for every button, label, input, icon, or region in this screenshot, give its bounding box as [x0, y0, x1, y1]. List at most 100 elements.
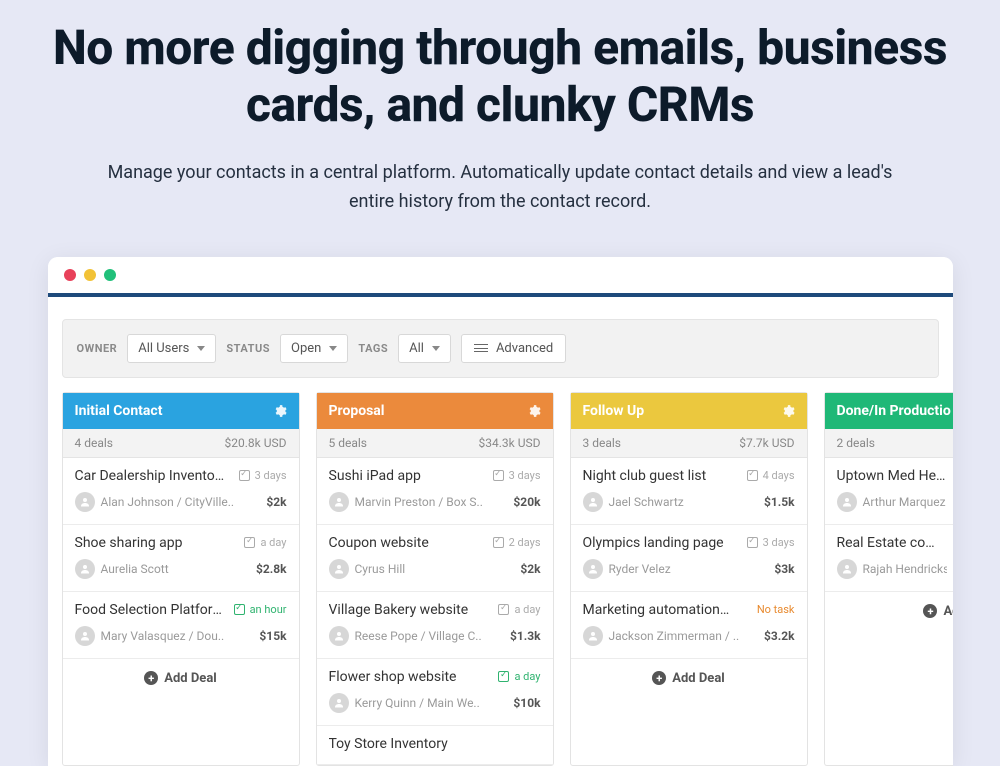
- deal-person: Kerry Quinn / Main We..: [329, 693, 480, 713]
- owner-select[interactable]: All Users: [127, 334, 216, 363]
- deal-title: Car Dealership Inventory: [75, 468, 225, 484]
- window-minimize-icon[interactable]: [84, 269, 96, 281]
- deal-status: 3 days: [239, 469, 287, 482]
- deal-card[interactable]: Coupon website2 daysCyrus Hill$2k: [317, 525, 553, 592]
- deal-card[interactable]: Marketing automation demo No task Jackson …: [571, 592, 807, 659]
- add-deal-label: Add Deal: [672, 671, 724, 686]
- column-header[interactable]: Done/In Productio: [825, 393, 953, 429]
- column-header[interactable]: Proposal: [317, 393, 553, 429]
- plus-icon: +: [652, 671, 666, 685]
- deal-card[interactable]: Real Estate compaRajah Hendricks: [825, 525, 953, 592]
- deal-title: Marketing automation demo: [583, 602, 733, 618]
- window-maximize-icon[interactable]: [104, 269, 116, 281]
- column-summary: 5 deals$34.3k USD: [317, 429, 553, 458]
- check-icon: [239, 470, 250, 481]
- check-icon: [747, 470, 758, 481]
- deal-card[interactable]: Village Bakery websitea dayReese Pope / …: [317, 592, 553, 659]
- owner-select-value: All Users: [138, 341, 189, 356]
- gear-icon[interactable]: [781, 404, 795, 418]
- deal-card[interactable]: Uptown Med HealArthur Marquez: [825, 458, 953, 525]
- deal-person: Marvin Preston / Box S..: [329, 492, 483, 512]
- deal-card[interactable]: Shoe sharing appa dayAurelia Scott$2.8k: [63, 525, 299, 592]
- add-deal-button[interactable]: + Add Deal: [571, 659, 807, 698]
- deal-person-name: Jackson Zimmerman / ..: [609, 629, 740, 643]
- deal-status-time: 3 days: [509, 469, 541, 482]
- deal-status-time: a day: [514, 603, 540, 616]
- window-titlebar: [48, 257, 953, 293]
- add-deal-label: Ad: [943, 604, 952, 619]
- avatar-icon: [583, 626, 603, 646]
- deal-card[interactable]: Flower shop websitea dayKerry Quinn / Ma…: [317, 659, 553, 726]
- deal-person-name: Jael Schwartz: [609, 495, 684, 509]
- plus-icon: +: [923, 604, 937, 618]
- status-label: STATUS: [226, 342, 270, 355]
- status-select-value: Open: [291, 341, 321, 356]
- deal-status-time: 3 days: [255, 469, 287, 482]
- deal-person: Aurelia Scott: [75, 559, 169, 579]
- tags-select[interactable]: All: [398, 334, 451, 363]
- column-title: Initial Contact: [75, 403, 163, 419]
- deal-card[interactable]: Olympics landing page3 daysRyder Velez$3…: [571, 525, 807, 592]
- column-header[interactable]: Initial Contact: [63, 393, 299, 429]
- avatar-icon: [583, 559, 603, 579]
- check-icon: [244, 537, 255, 548]
- deal-status: 3 days: [747, 536, 795, 549]
- deal-title: Food Selection Platform: [75, 602, 225, 618]
- deal-person-name: Aurelia Scott: [101, 562, 169, 576]
- gear-icon[interactable]: [273, 404, 287, 418]
- deal-card[interactable]: Night club guest list 4 days Jael Schwartz…: [571, 458, 807, 525]
- column-title: Follow Up: [583, 403, 645, 419]
- check-icon: [493, 470, 504, 481]
- add-deal-button[interactable]: + Add Deal: [63, 659, 299, 698]
- tags-select-value: All: [409, 341, 424, 356]
- deal-person-name: Arthur Marquez: [863, 495, 946, 509]
- deal-person-name: Rajah Hendricks: [863, 562, 947, 576]
- check-icon: [747, 537, 758, 548]
- deal-person-name: Marvin Preston / Box S..: [355, 495, 483, 509]
- deal-title: Coupon website: [329, 535, 429, 551]
- column-title: Done/In Productio: [837, 403, 951, 419]
- kanban-column: Done/In Productio2 dealsUptown Med HealA…: [824, 392, 953, 766]
- deal-status: a day: [498, 603, 540, 616]
- deal-person-name: Cyrus Hill: [355, 562, 406, 576]
- deal-person-name: Alan Johnson / CityVille..: [101, 495, 235, 509]
- window-close-icon[interactable]: [64, 269, 76, 281]
- avatar-icon: [837, 559, 857, 579]
- deal-status: No task: [757, 603, 795, 616]
- owner-label: OWNER: [77, 342, 118, 355]
- deal-card[interactable]: Sushi iPad app3 daysMarvin Preston / Box…: [317, 458, 553, 525]
- deal-status: 2 days: [493, 536, 541, 549]
- tags-label: TAGS: [358, 342, 388, 355]
- filter-bar: OWNER All Users STATUS Open TAGS All Adv…: [62, 319, 939, 378]
- deal-title: Olympics landing page: [583, 535, 724, 551]
- deal-title: Night club guest list: [583, 468, 707, 484]
- deal-status-time: 4 days: [763, 469, 795, 482]
- deal-status-time: No task: [757, 603, 795, 616]
- deal-title: Village Bakery website: [329, 602, 469, 618]
- deal-card[interactable]: Toy Store Inventory: [317, 726, 553, 765]
- deal-title: Flower shop website: [329, 669, 457, 685]
- deal-status: a day: [244, 536, 286, 549]
- column-summary: 4 deals$20.8k USD: [63, 429, 299, 458]
- deal-person: Ryder Velez: [583, 559, 671, 579]
- deal-person: Alan Johnson / CityVille..: [75, 492, 235, 512]
- deal-card[interactable]: Food Selection Platforman hourMary Valas…: [63, 592, 299, 659]
- advanced-filter-button[interactable]: Advanced: [461, 334, 566, 363]
- gear-icon[interactable]: [527, 404, 541, 418]
- add-deal-label: Add Deal: [164, 671, 216, 686]
- check-icon: [234, 604, 245, 615]
- plus-icon: +: [144, 671, 158, 685]
- avatar-icon: [329, 626, 349, 646]
- column-header[interactable]: Follow Up: [571, 393, 807, 429]
- deal-card[interactable]: Car Dealership Inventory 3 days Alan Johns…: [63, 458, 299, 525]
- deal-status-time: 2 days: [509, 536, 541, 549]
- deal-title: Shoe sharing app: [75, 535, 183, 551]
- status-select[interactable]: Open: [280, 334, 348, 363]
- kanban-column: Follow Up3 deals$7.7k USDNight club gues…: [570, 392, 808, 766]
- add-deal-button[interactable]: + Ad: [825, 592, 953, 631]
- deal-status: 3 days: [493, 469, 541, 482]
- deal-person: Arthur Marquez: [837, 492, 946, 512]
- column-total: $7.7k USD: [739, 436, 794, 450]
- deal-person: Mary Valasquez / Dou..: [75, 626, 225, 646]
- column-total: $20.8k USD: [225, 436, 287, 450]
